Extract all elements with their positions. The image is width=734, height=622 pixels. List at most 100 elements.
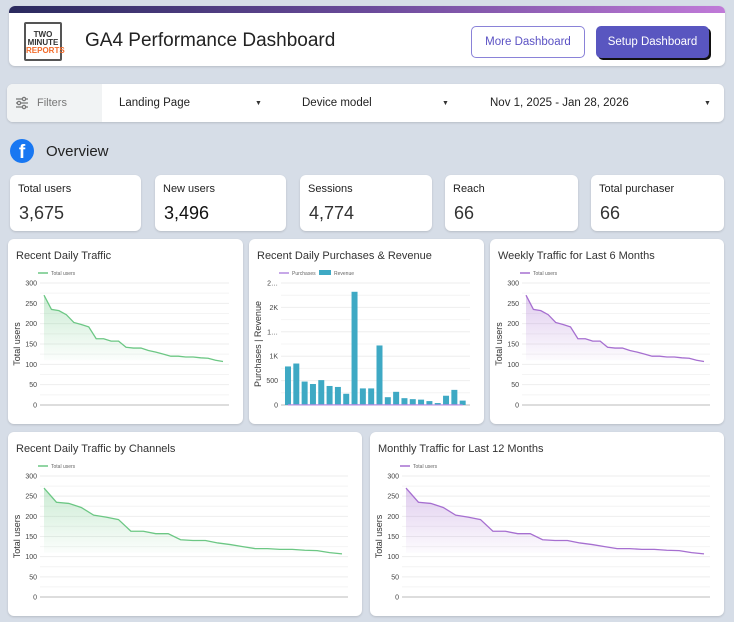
header: TWO MINUTE REPORTS GA4 Performance Dashboa… (9, 6, 725, 66)
header-gradient-bar (9, 6, 725, 13)
revenue-bar (393, 391, 400, 405)
landing-page-dropdown[interactable]: Landing Page ▼ (119, 84, 269, 122)
y-tick-label: 2K (269, 305, 278, 312)
y-tick-label: 50 (29, 382, 37, 389)
device-model-dropdown[interactable]: Device model ▼ (302, 84, 452, 122)
y-tick-label: 250 (507, 301, 519, 308)
y-tick-label: 0 (395, 595, 399, 602)
y-tick-label: 200 (387, 514, 399, 521)
revenue-bar (401, 398, 408, 405)
y-tick-label: 300 (25, 474, 37, 481)
y-tick-label: 500 (266, 378, 278, 385)
chart-svg: Total users 0 50 100 150 200 250 300 Total users (494, 271, 710, 410)
area-fill (44, 488, 342, 554)
revenue-bar (418, 399, 425, 405)
chart-monthly-traffic: Monthly Traffic for Last 12 Months Total … (370, 432, 724, 616)
y-tick-label: 200 (25, 514, 37, 521)
y-tick-label: 300 (507, 281, 519, 288)
chart-svg: Total users 0 50 100 150 200 250 300 Total users (374, 464, 710, 602)
y-axis-label: Total users (12, 322, 22, 366)
date-range-label: Nov 1, 2025 - Jan 28, 2026 (490, 97, 629, 109)
kpi-total-users: Total users 3,675 (10, 175, 141, 231)
revenue-bar (409, 399, 416, 405)
y-tick-label: 50 (511, 382, 519, 389)
revenue-bar (293, 363, 300, 405)
y-tick-label: 0 (515, 403, 519, 410)
revenue-bar (318, 380, 325, 405)
legend-label: Total users (51, 271, 76, 277)
chart-recent-daily-traffic: Recent Daily Traffic Total users 0 50 100 150… (8, 239, 243, 424)
y-tick-label: 0 (33, 403, 37, 410)
y-tick-label: 1K (269, 354, 278, 361)
kpi-value: 66 (600, 203, 621, 223)
y-tick-label: 250 (25, 301, 37, 308)
kpi-value: 66 (454, 203, 475, 223)
y-tick-label: 1… (267, 329, 278, 336)
y-tick-label: 150 (507, 342, 519, 349)
revenue-bar (334, 386, 341, 405)
facebook-icon: f (10, 139, 34, 163)
filters-text: Filters (37, 97, 67, 109)
chart-svg: Purchases Revenue 0 500 1K 1… 2K 2… Purchases | … (253, 270, 470, 410)
logo: TWO MINUTE REPORTS (24, 22, 65, 61)
revenue-bar (359, 388, 366, 405)
caret-down-icon: ▼ (442, 99, 449, 107)
legend-swatch (319, 270, 331, 275)
y-axis-label: Total users (494, 322, 504, 366)
y-tick-label: 100 (507, 362, 519, 369)
revenue-bar (376, 345, 383, 405)
legend-label: Revenue (334, 271, 354, 277)
revenue-bar (301, 381, 308, 405)
filters-label: Filters (7, 84, 102, 122)
kpi-reach: Reach 66 (445, 175, 578, 231)
caret-down-icon: ▼ (255, 99, 262, 107)
chart-purchases-revenue: Recent Daily Purchases & Revenue Purchase… (249, 239, 484, 424)
y-axis-label: Total users (374, 514, 384, 558)
kpi-label: Total purchaser (599, 183, 675, 195)
legend-label: Total users (51, 464, 76, 470)
revenue-bar (368, 388, 375, 405)
kpi-label: Total users (18, 183, 72, 195)
y-tick-label: 2… (267, 281, 278, 288)
area-fill (526, 295, 704, 362)
kpi-value: 3,496 (164, 203, 210, 223)
y-tick-label: 200 (25, 321, 37, 328)
kpi-value: 3,675 (19, 203, 65, 223)
more-dashboard-button[interactable]: More Dashboard (471, 26, 585, 58)
revenue-bar (451, 389, 458, 405)
overview-title: Overview (46, 142, 109, 160)
y-tick-label: 100 (25, 554, 37, 561)
y-tick-label: 50 (29, 574, 37, 581)
sliders-icon (16, 96, 28, 110)
y-axis-label: Total users (12, 514, 22, 558)
legend-label: Total users (533, 271, 558, 277)
date-range-picker[interactable]: Nov 1, 2025 - Jan 28, 2026 ▼ (490, 84, 715, 122)
chart-weekly-traffic: Weekly Traffic for Last 6 Months Total us… (490, 239, 724, 424)
revenue-bar (343, 393, 350, 405)
revenue-bar (384, 397, 391, 405)
y-tick-label: 300 (25, 281, 37, 288)
area-fill (44, 295, 223, 362)
y-tick-label: 0 (274, 403, 278, 410)
y-tick-label: 100 (387, 554, 399, 561)
setup-dashboard-button[interactable]: Setup Dashboard (596, 26, 709, 58)
y-tick-label: 150 (25, 342, 37, 349)
chart-svg: Total users 0 50 100 150 200 250 300 Total users (12, 464, 348, 602)
landing-page-label: Landing Page (119, 97, 190, 109)
revenue-bar (285, 366, 291, 405)
kpi-total-purchaser: Total purchaser 66 (591, 175, 724, 231)
y-tick-label: 150 (25, 534, 37, 541)
revenue-bar (309, 384, 316, 405)
kpi-sessions: Sessions 4,774 (300, 175, 432, 231)
device-model-label: Device model (302, 97, 372, 109)
kpi-new-users: New users 3,496 (155, 175, 286, 231)
filter-bar: Filters Landing Page ▼ Device model ▼ Nov … (7, 84, 724, 122)
revenue-bar (326, 385, 333, 405)
y-tick-label: 250 (25, 494, 37, 501)
kpi-value: 4,774 (309, 203, 355, 223)
y-tick-label: 50 (391, 574, 399, 581)
caret-down-icon: ▼ (704, 99, 711, 107)
y-tick-label: 0 (33, 595, 37, 602)
area-fill (406, 488, 704, 554)
revenue-bar (351, 291, 358, 405)
